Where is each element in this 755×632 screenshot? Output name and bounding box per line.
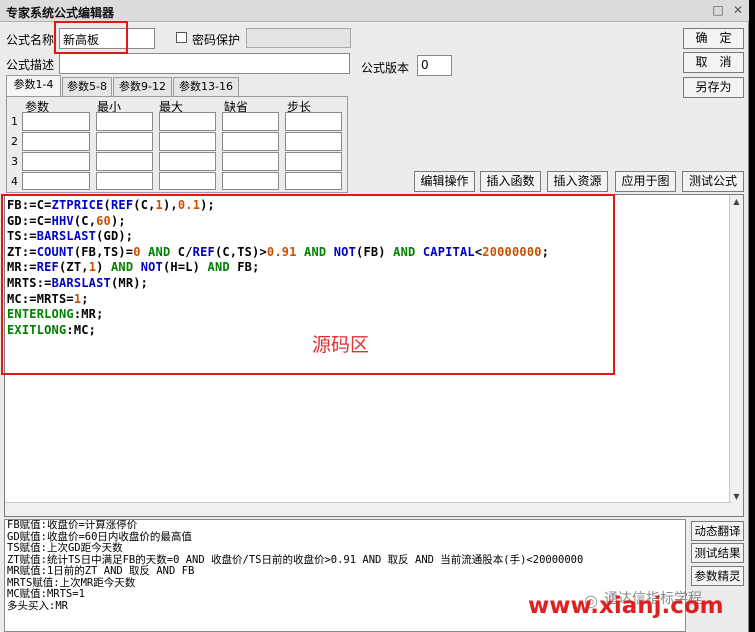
param-row-number: 3 (11, 155, 18, 168)
title-bar: 专家系统公式编辑器 □ ✕ (0, 0, 749, 22)
param-3-step[interactable] (285, 152, 342, 171)
scroll-up-icon[interactable]: ▲ (730, 195, 743, 208)
maximize-icon[interactable]: □ (711, 3, 725, 17)
param-4-min[interactable] (96, 172, 153, 190)
explain-line: TS赋值:上次GD距今天数 (7, 542, 123, 554)
param-3-default[interactable] (222, 152, 279, 171)
param-3-max[interactable] (159, 152, 216, 171)
formula-name-label: 公式名称 (6, 33, 55, 47)
tab-params-13-16[interactable]: 参数13-16 (173, 77, 239, 96)
param-wizard-button[interactable]: 参数精灵 (691, 566, 744, 586)
param-1-min[interactable] (96, 112, 153, 131)
formula-desc-label: 公式描述 (6, 58, 55, 72)
param-2-default[interactable] (222, 132, 279, 151)
edit-operation-button[interactable]: 编辑操作 (414, 171, 475, 192)
param-1-max[interactable] (159, 112, 216, 131)
param-4-step[interactable] (285, 172, 342, 190)
source-region-label: 源码区 (312, 334, 370, 356)
save-as-button[interactable]: 另存为 (683, 77, 744, 98)
param-row-number: 1 (11, 115, 18, 128)
password-checkbox[interactable] (176, 32, 187, 43)
param-grid: 参数 最小 最大 缺省 步长 1 2 3 4 (6, 96, 348, 193)
ok-button[interactable]: 确 定 (683, 28, 744, 49)
param-3-name[interactable] (22, 152, 90, 171)
code-horizontal-scrollbar[interactable] (5, 502, 731, 516)
test-formula-button[interactable]: 测试公式 (682, 171, 744, 192)
insert-function-button[interactable]: 插入函数 (480, 171, 541, 192)
formula-desc-input[interactable] (59, 53, 350, 74)
window-title: 专家系统公式编辑器 (6, 6, 115, 20)
desktop-background (749, 0, 755, 632)
param-4-default[interactable] (222, 172, 279, 190)
param-row-number: 4 (11, 175, 18, 188)
dynamic-translate-button[interactable]: 动态翻译 (691, 521, 744, 541)
test-result-button[interactable]: 测试结果 (691, 543, 744, 563)
param-1-name[interactable] (22, 112, 90, 131)
param-row-number: 2 (11, 135, 18, 148)
param-2-name[interactable] (22, 132, 90, 151)
password-input[interactable] (246, 28, 351, 48)
tab-params-9-12[interactable]: 参数9-12 (113, 77, 172, 96)
explain-line: FB赋值:收盘价=计算涨停价 (7, 519, 138, 531)
param-2-step[interactable] (285, 132, 342, 151)
formula-editor-window: 专家系统公式编辑器 □ ✕ 公式名称 新高板 密码保护 公式描述 公式版本 0 … (0, 0, 749, 632)
explain-line: MR赋值:1日前的ZT AND 取反 AND FB (7, 565, 195, 577)
param-1-default[interactable] (222, 112, 279, 131)
param-2-min[interactable] (96, 132, 153, 151)
param-4-max[interactable] (159, 172, 216, 190)
watermark-site: www.xianj.com (528, 593, 724, 619)
formula-version-input[interactable]: 0 (417, 55, 452, 76)
param-4-name[interactable] (22, 172, 90, 190)
apply-to-chart-button[interactable]: 应用于图 (615, 171, 676, 192)
param-3-min[interactable] (96, 152, 153, 171)
highlight-box-name (54, 21, 128, 54)
scroll-down-icon[interactable]: ▼ (730, 490, 743, 503)
param-1-step[interactable] (285, 112, 342, 131)
tab-params-1-4[interactable]: 参数1-4 (6, 75, 61, 97)
highlight-box-source (1, 194, 615, 375)
tab-params-5-8[interactable]: 参数5-8 (62, 77, 112, 96)
insert-resource-button[interactable]: 插入资源 (547, 171, 608, 192)
param-2-max[interactable] (159, 132, 216, 151)
cancel-button[interactable]: 取 消 (683, 52, 744, 73)
explain-line: MRTS赋值:上次MR距今天数 (7, 576, 136, 589)
close-icon[interactable]: ✕ (731, 3, 745, 17)
password-label: 密码保护 (192, 33, 241, 47)
formula-version-label: 公式版本 (361, 61, 410, 75)
code-vertical-scrollbar[interactable]: ▲ ▼ (729, 195, 743, 516)
